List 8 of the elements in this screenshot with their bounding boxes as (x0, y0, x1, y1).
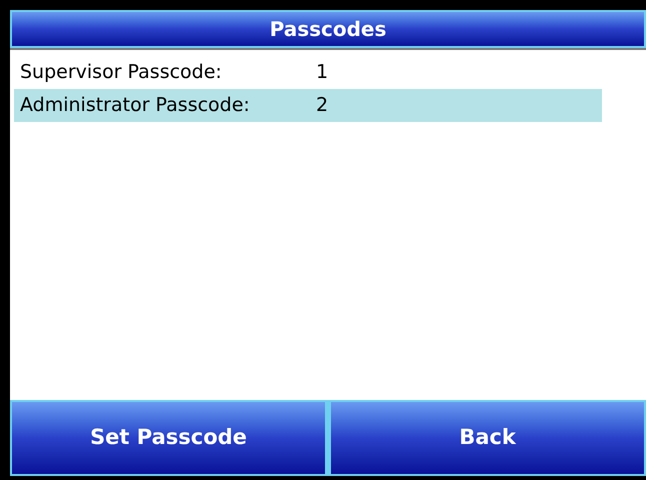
row-label: Supervisor Passcode: (19, 60, 223, 86)
row-label: Administrator Passcode: (19, 93, 251, 118)
title-bar: Passcodes (10, 10, 646, 48)
list-row[interactable]: Administrator Passcode: 2 (14, 89, 602, 122)
menu-button[interactable]: Back (329, 400, 646, 476)
row-value: 2 (316, 93, 328, 118)
menu-button[interactable]: Set Passcode (10, 400, 327, 476)
row-value: 1 (316, 60, 328, 86)
